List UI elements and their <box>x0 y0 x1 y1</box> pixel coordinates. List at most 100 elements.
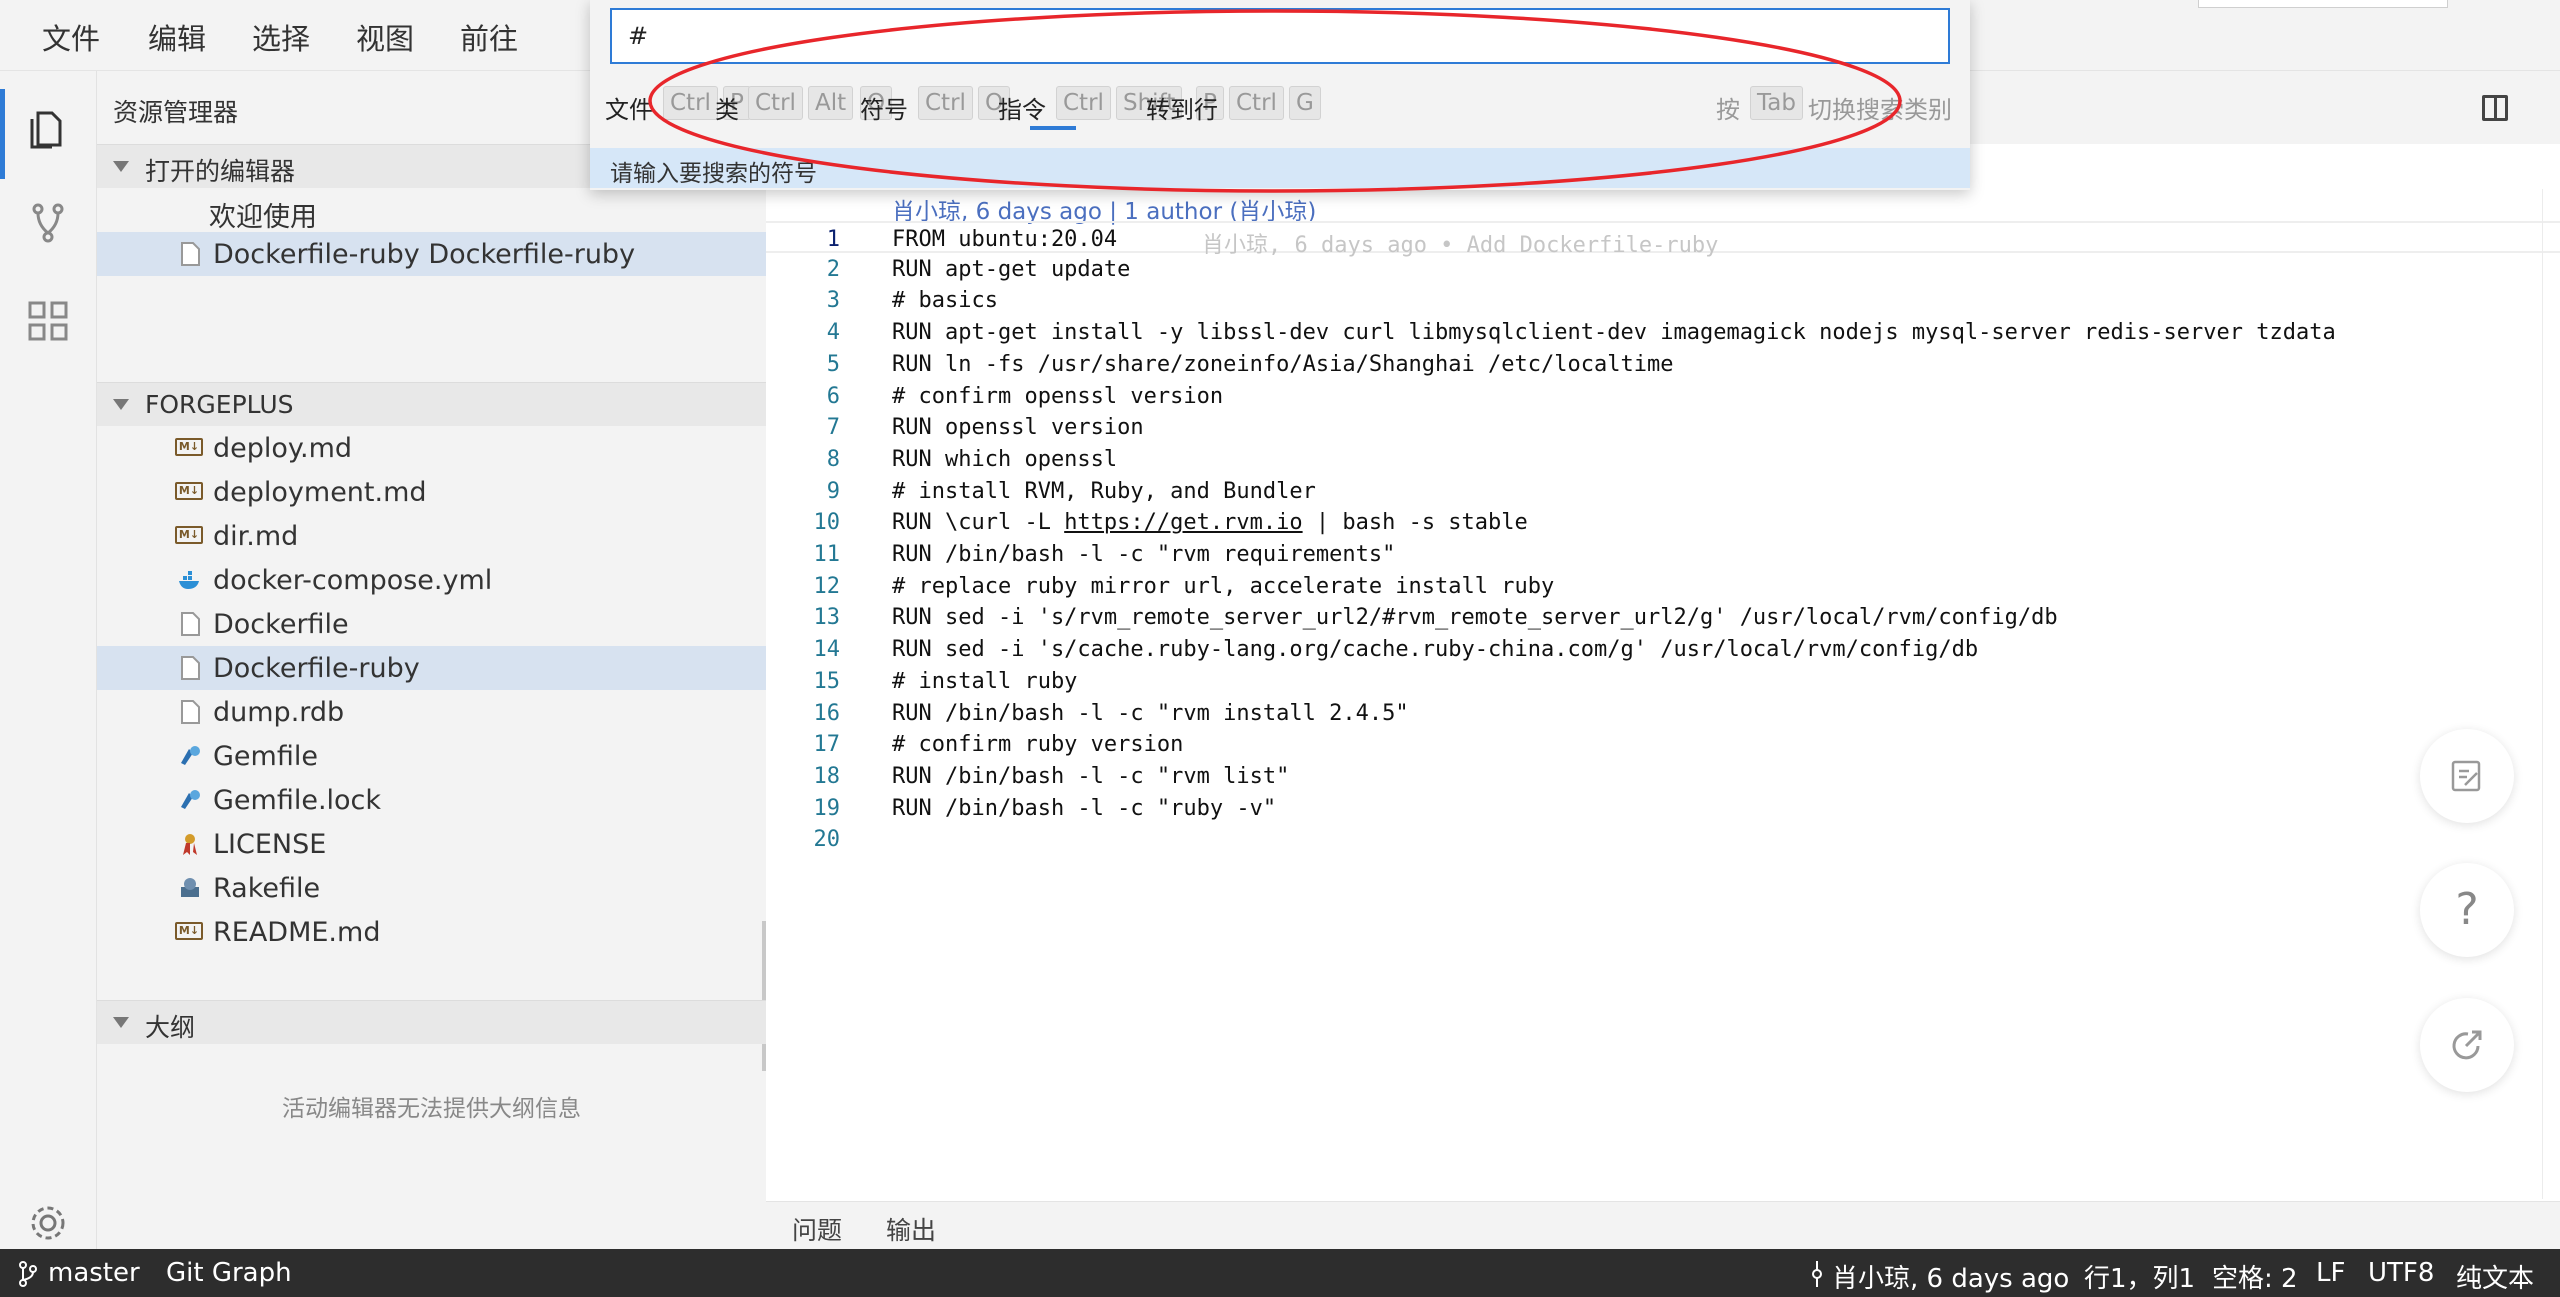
code-line[interactable]: 7 RUN openssl version <box>766 411 2560 443</box>
line-text: # replace ruby mirror url, accelerate in… <box>892 573 1555 599</box>
open-editor-dockerfile-ruby[interactable]: Dockerfile-ruby Dockerfile-ruby <box>97 232 766 276</box>
code-line[interactable]: 18 RUN /bin/bash -l -c "rvm list" <box>766 760 2560 792</box>
line-text: RUN apt-get install -y libssl-dev curl l… <box>892 320 2336 346</box>
extensions-icon[interactable] <box>24 297 72 345</box>
tab-output[interactable]: 输出 <box>886 1211 936 1247</box>
forgeplus-header[interactable]: FORGEPLUS <box>97 382 766 426</box>
file-item[interactable]: LICENSE <box>97 822 766 866</box>
file-label: Dockerfile-ruby <box>213 653 420 684</box>
explorer-sidebar: 资源管理器 打开的编辑器 欢迎使用 Dockerfile-ruby Docker… <box>97 71 766 1249</box>
file-item[interactable]: M↓ deployment.md <box>97 470 766 514</box>
settings-gear-icon[interactable] <box>24 1199 72 1247</box>
code-line[interactable]: 5 RUN ln -fs /usr/share/zoneinfo/Asia/Sha… <box>766 348 2560 380</box>
outline-header[interactable]: 大纲 <box>97 1000 766 1044</box>
file-label: Gemfile.lock <box>213 785 382 816</box>
file-label: README.md <box>213 917 381 948</box>
open-editors-label: 打开的编辑器 <box>145 157 296 186</box>
encoding[interactable]: UTF8 <box>2368 1258 2434 1288</box>
menu-go[interactable]: 前往 <box>460 16 518 58</box>
code-line[interactable]: 11 RUN /bin/bash -l -c "rvm requirements" <box>766 538 2560 570</box>
file-item[interactable]: Dockerfile <box>97 602 766 646</box>
code-line[interactable]: 8 RUN which openssl <box>766 443 2560 475</box>
code-line[interactable]: 20 <box>766 823 2560 855</box>
indentation[interactable]: 空格: 2 <box>2212 1258 2298 1295</box>
code-line[interactable]: 12 # replace ruby mirror url, accelerate … <box>766 570 2560 602</box>
code-line[interactable]: 17 # confirm ruby version <box>766 728 2560 760</box>
line-number: 15 <box>813 668 841 694</box>
menu-file[interactable]: 文件 <box>42 16 100 58</box>
line-text: RUN apt-get update <box>892 256 1131 282</box>
file-label: Gemfile <box>213 741 318 772</box>
open-editor-label: Dockerfile-ruby Dockerfile-ruby <box>213 239 636 270</box>
outline-empty-message: 活动编辑器无法提供大纲信息 <box>282 1096 581 1122</box>
file-label: dir.md <box>213 521 299 552</box>
file-item[interactable]: dump.rdb <box>97 690 766 734</box>
feedback-button[interactable] <box>2420 729 2514 823</box>
blame-status[interactable]: 肖小琼, 6 days ago <box>1832 1258 2069 1295</box>
git-graph-button[interactable]: Git Graph <box>166 1258 292 1288</box>
help-button[interactable]: ? <box>2420 863 2514 957</box>
editor-area: 肖小琼, 6 days ago | 1 author (肖小琼) 1 FROM u… <box>766 71 2560 1201</box>
line-text: RUN /bin/bash -l -c "rvm list" <box>892 763 1290 789</box>
line-text: RUN /bin/bash -l -c "ruby -v" <box>892 795 1277 821</box>
chevron-down-icon <box>113 161 129 172</box>
line-number: 19 <box>813 795 841 821</box>
line-text: RUN ln -fs /usr/share/zoneinfo/Asia/Shan… <box>892 351 1674 377</box>
sidebar-title: 资源管理器 <box>113 98 239 127</box>
ruby-gem-icon <box>181 746 200 765</box>
file-item[interactable]: Dockerfile-ruby <box>97 646 766 690</box>
cursor-position[interactable]: 行1，列1 <box>2084 1258 2195 1295</box>
file-item[interactable]: M↓ dir.md <box>97 514 766 558</box>
file-item[interactable]: Gemfile.lock <box>97 778 766 822</box>
code-line[interactable]: 9 # install RVM, Ruby, and Bundler <box>766 475 2560 507</box>
explorer-icon[interactable] <box>24 105 72 153</box>
file-item[interactable]: docker-compose.yml <box>97 558 766 602</box>
line-number: 7 <box>826 415 840 441</box>
file-item[interactable]: Rakefile <box>97 866 766 910</box>
url-link[interactable]: https://get.rvm.io <box>1064 510 1302 535</box>
line-number: 4 <box>826 320 840 346</box>
file-label: dump.rdb <box>213 697 345 728</box>
file-item[interactable]: M↓ deploy.md <box>97 426 766 470</box>
code-line[interactable]: 10 RUN \curl -L https://get.rvm.io | bash… <box>766 506 2560 538</box>
share-button[interactable] <box>2420 998 2514 1092</box>
code-line[interactable]: 2 RUN apt-get update <box>766 253 2560 285</box>
vertical-scrollbar[interactable] <box>2542 189 2560 1199</box>
code-line[interactable]: 4 RUN apt-get install -y libssl-dev curl … <box>766 316 2560 348</box>
code-line[interactable]: 3 # basics <box>766 284 2560 316</box>
branch-indicator[interactable]: master <box>48 1258 140 1288</box>
markdown-icon: M↓ <box>175 526 203 544</box>
menu-edit[interactable]: 编辑 <box>148 16 206 58</box>
code-line[interactable]: 16 RUN /bin/bash -l -c "rvm install 2.4.5… <box>766 697 2560 729</box>
file-icon <box>181 242 200 266</box>
top-right-popup-edge <box>2198 0 2448 8</box>
line-text: RUN openssl version <box>892 415 1144 441</box>
code-line[interactable]: 19 RUN /bin/bash -l -c "ruby -v" <box>766 792 2560 824</box>
git-commit-icon <box>1812 1261 1822 1287</box>
line-text: RUN /bin/bash -l -c "rvm install 2.4.5" <box>892 700 1409 726</box>
question-mark-icon: ? <box>2455 884 2479 935</box>
code-line[interactable]: 13 RUN sed -i 's/rvm_remote_server_url2/#… <box>766 601 2560 633</box>
annotation-ellipse <box>648 9 1902 193</box>
line-text: # basics <box>892 288 998 314</box>
activity-bar <box>0 71 97 1249</box>
bottom-panel: 问题 输出 <box>766 1201 2560 1249</box>
code-line[interactable]: 15 # install ruby <box>766 665 2560 697</box>
file-item[interactable]: Gemfile <box>97 734 766 778</box>
language-mode[interactable]: 纯文本 <box>2456 1258 2534 1295</box>
workspace-label: FORGEPLUS <box>145 390 294 419</box>
tab-problems[interactable]: 问题 <box>792 1211 842 1247</box>
code-line[interactable]: 6 # confirm openssl version <box>766 380 2560 412</box>
menu-view[interactable]: 视图 <box>356 16 414 58</box>
code-line[interactable]: 1 FROM ubuntu:20.04 肖小琼, 6 days ago • Add … <box>766 221 2560 258</box>
file-item[interactable]: M↓ README.md <box>97 910 766 954</box>
line-number: 17 <box>813 732 841 758</box>
menu-selection[interactable]: 选择 <box>252 16 310 58</box>
file-icon <box>181 612 200 636</box>
line-text: # confirm openssl version <box>892 383 1224 409</box>
end-of-line[interactable]: LF <box>2316 1258 2345 1288</box>
source-control-icon[interactable] <box>24 199 72 247</box>
split-editor-icon[interactable] <box>2482 95 2508 121</box>
line-number: 1 <box>826 227 840 252</box>
code-line[interactable]: 14 RUN sed -i 's/cache.ruby-lang.org/cach… <box>766 633 2560 665</box>
